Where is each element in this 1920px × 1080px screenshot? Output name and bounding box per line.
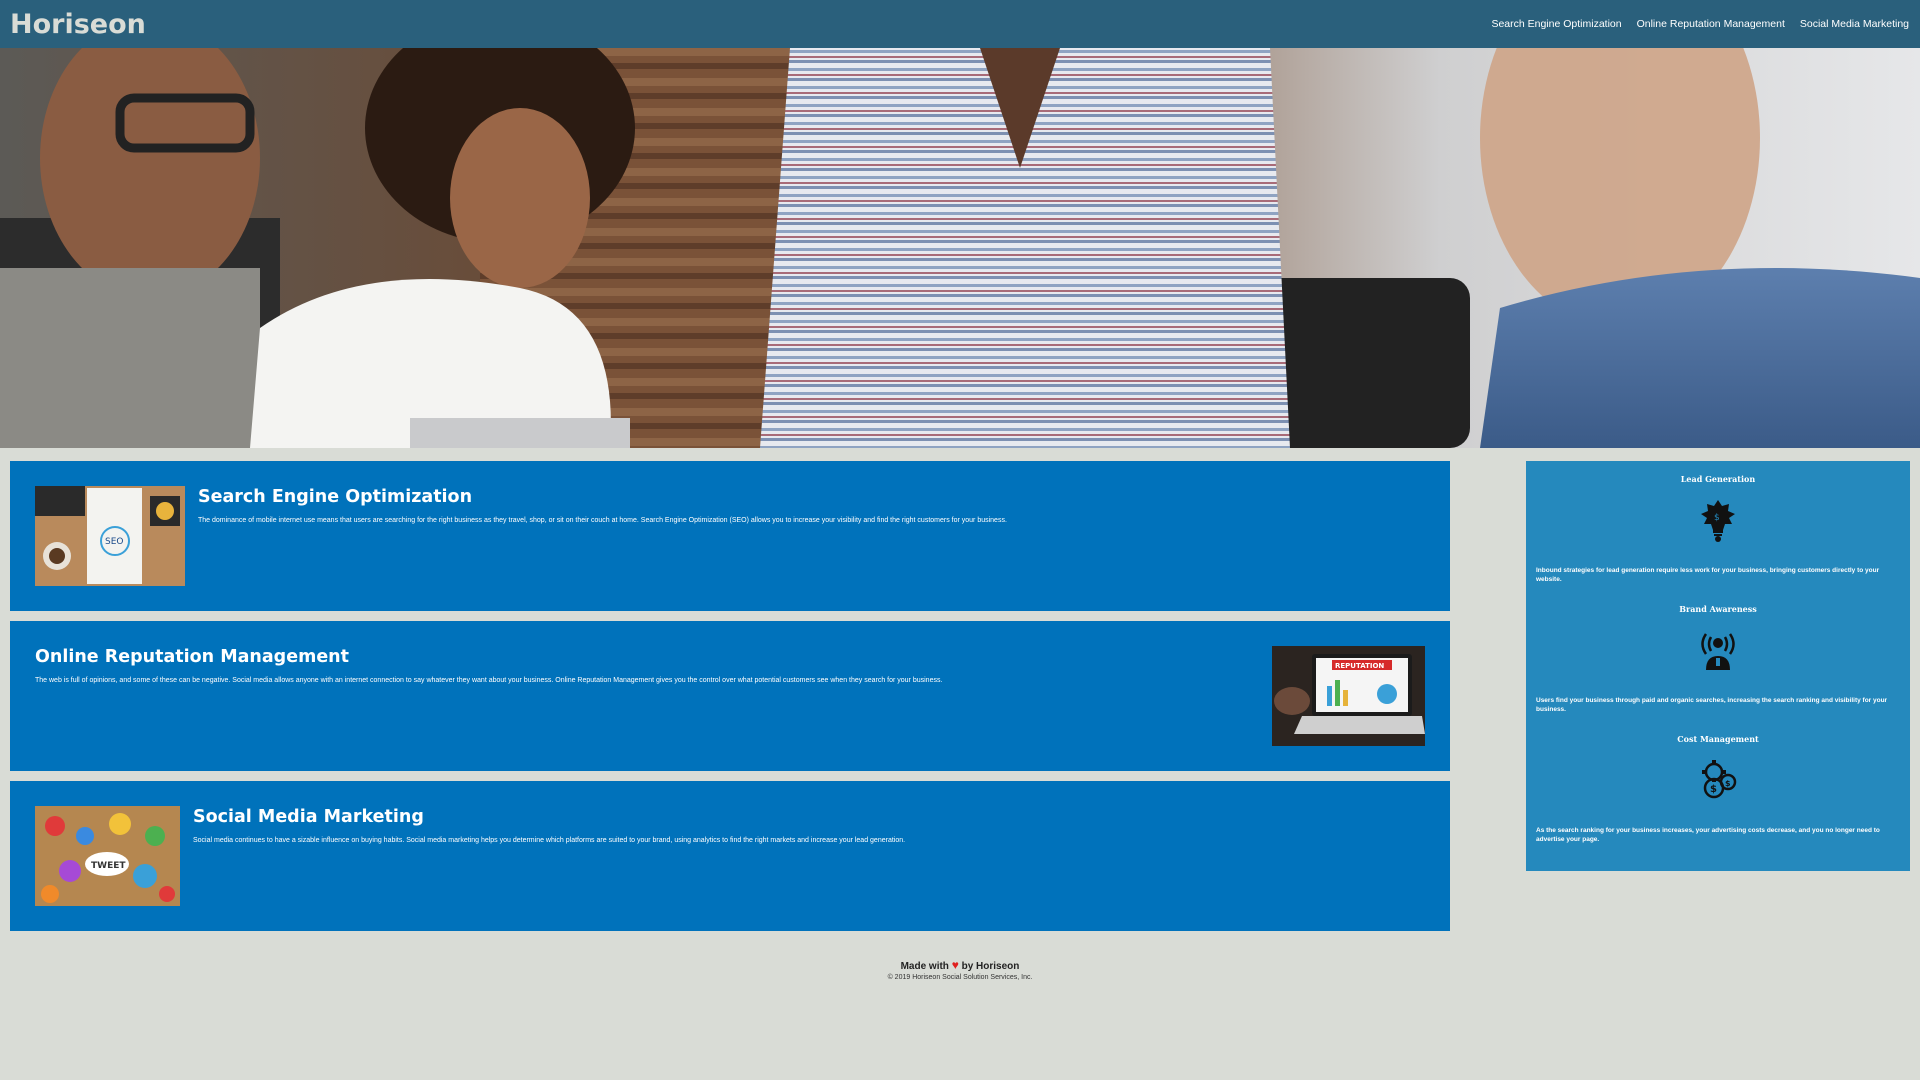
card-seo: SEO Search Engine Optimization The domin… (10, 461, 1450, 611)
site-footer: Made with ♥ by Horiseon © 2019 Horiseon … (0, 958, 1920, 981)
benefit-cost-management: Cost Management $ $ As the search rankin… (1536, 731, 1900, 861)
benefit-brand-awareness: Brand Awareness Users find your business… (1536, 601, 1900, 731)
benefit-lead-generation: Lead Generation $ Inbound strategies for… (1536, 471, 1900, 601)
reputation-image: REPUTATION (1272, 646, 1425, 746)
nav-link-seo[interactable]: Search Engine Optimization (1491, 18, 1621, 30)
svg-text:TWEET: TWEET (91, 861, 126, 871)
made-suffix: by Horiseon (961, 961, 1020, 972)
services-section: SEO Search Engine Optimization The domin… (10, 461, 1450, 941)
hero-image (0, 48, 1920, 448)
heart-icon: ♥ (951, 958, 959, 972)
card-social-media: TWEET Social Media Marketing Social medi… (10, 781, 1450, 931)
social-media-image: TWEET (35, 806, 180, 906)
hero-photo (0, 48, 1920, 448)
svg-text:REPUTATION: REPUTATION (1335, 662, 1384, 670)
copyright: © 2019 Horiseon Social Solution Services… (887, 974, 1033, 981)
benefit-title: Lead Generation (1680, 474, 1756, 484)
svg-text:$: $ (1710, 784, 1717, 795)
lightbulb-dollar-icon: $ (1536, 498, 1900, 542)
benefit-text: As the search ranking for your business … (1536, 827, 1880, 843)
card-reputation: Online Reputation Management The web is … (10, 621, 1450, 771)
main-nav: Search Engine Optimization Online Reputa… (1491, 18, 1910, 30)
card-title: Search Engine Optimization (198, 487, 473, 507)
gear-dollar-icon: $ $ (1536, 758, 1900, 802)
made-with-line: Made with ♥ by Horiseon (0, 958, 1920, 972)
site-logo[interactable]: Horiseon (10, 9, 146, 40)
site-header: Horiseon Search Engine Optimization Onli… (0, 0, 1920, 48)
nav-link-social-media[interactable]: Social Media Marketing (1800, 18, 1909, 30)
svg-text:$: $ (1714, 513, 1720, 523)
benefit-title: Brand Awareness (1679, 604, 1757, 614)
card-text: The dominance of mobile internet use mea… (198, 517, 1007, 524)
made-prefix: Made with (900, 961, 949, 972)
nav-link-reputation[interactable]: Online Reputation Management (1637, 18, 1785, 30)
benefits-sidebar: Lead Generation $ Inbound strategies for… (1526, 461, 1910, 871)
svg-text:SEO: SEO (105, 537, 123, 547)
svg-text:$: $ (1725, 779, 1731, 788)
card-title: Social Media Marketing (193, 807, 424, 827)
card-text: The web is full of opinions, and some of… (35, 677, 943, 684)
benefit-text: Users find your business through paid an… (1536, 697, 1888, 713)
broadcast-person-icon (1536, 628, 1900, 672)
seo-image: SEO (35, 486, 185, 586)
card-title: Online Reputation Management (35, 647, 350, 667)
card-text: Social media continues to have a sizable… (193, 837, 906, 844)
benefit-title: Cost Management (1677, 734, 1759, 744)
benefit-text: Inbound strategies for lead generation r… (1536, 567, 1880, 583)
